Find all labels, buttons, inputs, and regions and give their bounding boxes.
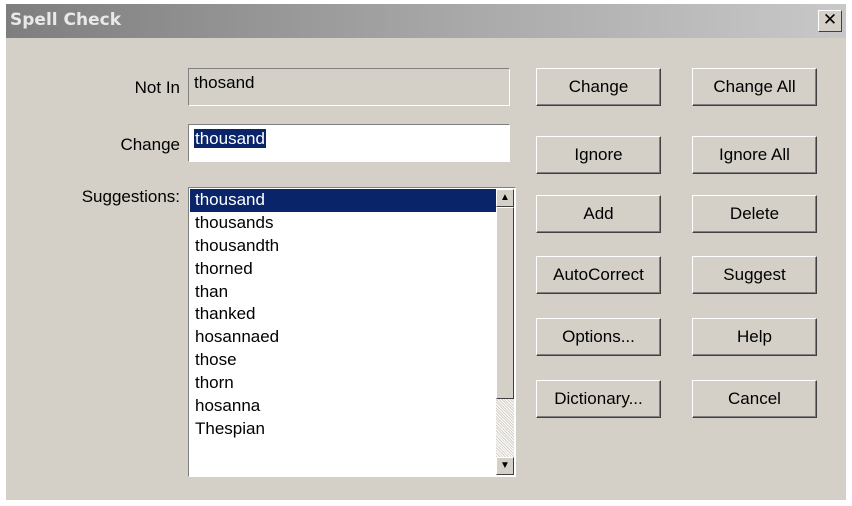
arrow-up-icon: ▲ xyxy=(500,192,510,203)
dictionary-button[interactable]: Dictionary... xyxy=(536,380,661,418)
change-input[interactable]: thousand xyxy=(188,124,510,162)
suggestion-item[interactable]: thousand xyxy=(190,189,496,212)
suggestion-item[interactable]: thanked xyxy=(190,303,496,326)
dialog-body: Not In thosand Change thousand Suggestio… xyxy=(6,38,846,500)
change-label: Change xyxy=(120,135,180,154)
scroll-thumb[interactable] xyxy=(496,207,514,399)
scroll-down-button[interactable]: ▼ xyxy=(496,457,514,475)
close-icon: ✕ xyxy=(822,10,838,30)
change-all-button[interactable]: Change All xyxy=(692,68,817,106)
ignore-button[interactable]: Ignore xyxy=(536,136,661,174)
scroll-up-button[interactable]: ▲ xyxy=(496,189,514,207)
suggestion-item[interactable]: thousands xyxy=(190,212,496,235)
arrow-down-icon: ▼ xyxy=(500,460,510,471)
autocorrect-button[interactable]: AutoCorrect xyxy=(536,256,661,294)
suggestion-item[interactable]: hosanna xyxy=(190,395,496,418)
title-bar[interactable]: Spell Check ✕ xyxy=(6,4,846,38)
not-in-field: thosand xyxy=(188,68,510,106)
suggestions-list[interactable]: thousand thousands thousandth thorned than th… xyxy=(188,187,516,477)
suggestion-item[interactable]: Thespian xyxy=(190,418,496,441)
suggestion-item[interactable]: thorned xyxy=(190,258,496,281)
suggestion-item[interactable]: hosannaed xyxy=(190,326,496,349)
suggestions-scrollbar[interactable]: ▲ ▼ xyxy=(496,189,514,475)
dialog-title: Spell Check xyxy=(10,10,122,30)
add-button[interactable]: Add xyxy=(536,195,661,233)
change-input-value: thousand xyxy=(194,129,266,148)
suggest-button[interactable]: Suggest xyxy=(692,256,817,294)
cancel-button[interactable]: Cancel xyxy=(692,380,817,418)
help-button[interactable]: Help xyxy=(692,318,817,356)
spell-check-dialog: Spell Check ✕ Not In thosand Change thou… xyxy=(0,0,852,506)
suggestion-item[interactable]: thousandth xyxy=(190,235,496,258)
suggestions-label: Suggestions: xyxy=(81,187,180,206)
not-in-value: thosand xyxy=(194,73,255,92)
close-button[interactable]: ✕ xyxy=(818,10,842,32)
change-button[interactable]: Change xyxy=(536,68,661,106)
suggestion-item[interactable]: thorn xyxy=(190,372,496,395)
suggestion-item[interactable]: those xyxy=(190,349,496,372)
suggestions-items: thousand thousands thousandth thorned than th… xyxy=(190,189,496,475)
suggestion-item[interactable]: than xyxy=(190,281,496,304)
ignore-all-button[interactable]: Ignore All xyxy=(692,136,817,174)
not-in-label: Not In xyxy=(134,78,180,97)
delete-button[interactable]: Delete xyxy=(692,195,817,233)
options-button[interactable]: Options... xyxy=(536,318,661,356)
